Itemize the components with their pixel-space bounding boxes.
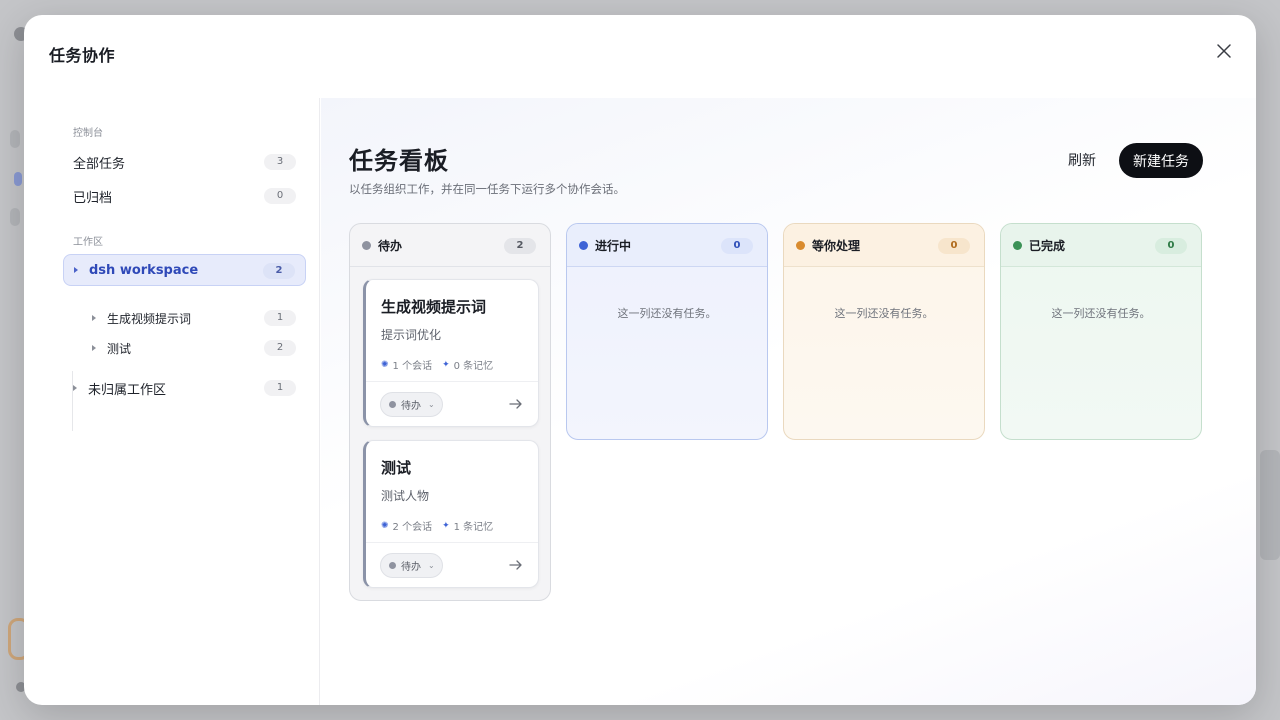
- console-section-label: 控制台: [73, 128, 103, 139]
- empty-column-message: 这一列还没有任务。: [617, 307, 717, 320]
- task-meta: ✺ 2 个会话 ✦ 1 条记忆: [381, 518, 494, 534]
- count-badge: 2: [264, 340, 296, 356]
- sidebar-item-label: 生成视频提示词: [107, 311, 192, 326]
- status-dot-icon: [362, 240, 371, 250]
- task-card[interactable]: 测试 测试人物 ✺ 2 个会话 ✦ 1 条记忆 待办 ⌄: [363, 440, 539, 588]
- session-count-text: 2 个会话: [392, 522, 433, 533]
- memory-count: ✦ 1 条记忆: [442, 518, 494, 534]
- arrow-right-icon[interactable]: [508, 396, 524, 412]
- status-dropdown[interactable]: 待办 ⌄: [380, 553, 443, 578]
- column-done: 已完成 0 这一列还没有任务。: [1000, 223, 1202, 440]
- backdrop-element: [10, 208, 20, 226]
- column-header: 已完成 0: [1001, 224, 1201, 267]
- expand-caret-icon[interactable]: [73, 385, 77, 391]
- session-icon: ✺: [381, 359, 389, 370]
- task-description: 提示词优化: [381, 328, 442, 342]
- column-header: 待办 2: [350, 224, 550, 267]
- column-header: 进行中 0: [567, 224, 767, 267]
- sidebar-item-label: 未归属工作区: [88, 382, 167, 398]
- column-todo: 待办 2 生成视频提示词 提示词优化 ✺ 1 个会话 ✦ 0 条记忆 待办 ⌄ …: [349, 223, 551, 601]
- task-meta: ✺ 1 个会话 ✦ 0 条记忆: [381, 357, 494, 373]
- chevron-down-icon: ⌄: [428, 561, 435, 570]
- memory-count-text: 1 条记忆: [453, 522, 494, 533]
- column-in-progress: 进行中 0 这一列还没有任务。: [566, 223, 768, 440]
- sidebar-item-label: 已归档: [73, 190, 113, 206]
- page-subtitle: 以任务组织工作，并在同一任务下运行多个协作会话。: [349, 182, 625, 196]
- session-count: ✺ 2 个会话: [381, 518, 433, 534]
- sidebar-item-test[interactable]: 测试 2: [82, 332, 306, 364]
- new-task-button[interactable]: 新建任务: [1119, 143, 1203, 178]
- task-card[interactable]: 生成视频提示词 提示词优化 ✺ 1 个会话 ✦ 0 条记忆 待办 ⌄: [363, 279, 539, 427]
- sparkle-icon: ✦: [442, 520, 450, 531]
- count-badge: 0: [264, 188, 296, 204]
- backdrop-element: [14, 172, 22, 186]
- sidebar-item-label: 测试: [107, 341, 132, 356]
- status-dot-icon: [1013, 240, 1022, 250]
- session-count: ✺ 1 个会话: [381, 357, 433, 373]
- column-awaiting-you: 等你处理 0 这一列还没有任务。: [783, 223, 985, 440]
- sidebar-item-archived[interactable]: 已归档 0: [63, 180, 306, 212]
- session-icon: ✺: [381, 520, 389, 531]
- task-title: 测试: [381, 459, 412, 477]
- column-title: 待办: [378, 238, 403, 253]
- column-title: 进行中: [595, 238, 632, 253]
- task-collaboration-modal: 任务协作 控制台 全部任务 3 已归档 0 工作区 dsh workspace …: [24, 15, 1256, 705]
- sidebar-item-label: 全部任务: [73, 156, 126, 172]
- expand-caret-icon[interactable]: [92, 345, 96, 351]
- count-badge: 1: [264, 310, 296, 326]
- column-count-badge: 0: [938, 238, 970, 254]
- close-icon[interactable]: [1214, 41, 1234, 61]
- sparkle-icon: ✦: [442, 359, 450, 370]
- expand-caret-icon[interactable]: [74, 267, 78, 273]
- page-title: 任务看板: [349, 147, 449, 175]
- sidebar: 控制台 全部任务 3 已归档 0 工作区 dsh workspace 2 生成视…: [24, 98, 320, 705]
- status-label: 待办: [401, 562, 421, 573]
- empty-column-message: 这一列还没有任务。: [834, 307, 934, 320]
- status-dot-icon: [389, 562, 396, 569]
- sidebar-item-all-tasks[interactable]: 全部任务 3: [63, 146, 306, 178]
- task-description: 测试人物: [381, 489, 430, 503]
- backdrop-element: [10, 130, 20, 148]
- workspace-section-label: 工作区: [73, 237, 103, 248]
- refresh-button[interactable]: 刷新: [1058, 142, 1106, 178]
- sidebar-item-video-prompt[interactable]: 生成视频提示词 1: [82, 302, 306, 334]
- column-title: 已完成: [1029, 238, 1066, 253]
- backdrop-element: [1260, 450, 1280, 560]
- column-header: 等你处理 0: [784, 224, 984, 267]
- card-divider: [366, 381, 538, 382]
- task-title: 生成视频提示词: [381, 298, 487, 316]
- status-dot-icon: [579, 240, 588, 250]
- count-badge: 3: [264, 154, 296, 170]
- sidebar-item-unassigned-workspace[interactable]: 未归属工作区 1: [63, 372, 306, 404]
- status-dropdown[interactable]: 待办 ⌄: [380, 392, 443, 417]
- count-badge: 1: [264, 380, 296, 396]
- card-divider: [366, 542, 538, 543]
- sidebar-item-label: dsh workspace: [89, 262, 199, 278]
- chevron-down-icon: ⌄: [428, 400, 435, 409]
- column-count-badge: 2: [504, 238, 536, 254]
- status-label: 待办: [401, 401, 421, 412]
- arrow-right-icon[interactable]: [508, 557, 524, 573]
- status-dot-icon: [796, 240, 805, 250]
- column-title: 等你处理: [812, 238, 861, 253]
- column-count-badge: 0: [1155, 238, 1187, 254]
- memory-count-text: 0 条记忆: [453, 361, 494, 372]
- modal-title: 任务协作: [49, 46, 116, 65]
- sidebar-item-dsh-workspace[interactable]: dsh workspace 2: [63, 254, 306, 286]
- session-count-text: 1 个会话: [392, 361, 433, 372]
- task-board: 任务看板 以任务组织工作，并在同一任务下运行多个协作会话。 刷新 新建任务 待办…: [321, 98, 1256, 705]
- count-badge: 2: [263, 263, 295, 279]
- expand-caret-icon[interactable]: [92, 315, 96, 321]
- status-dot-icon: [389, 401, 396, 408]
- empty-column-message: 这一列还没有任务。: [1051, 307, 1151, 320]
- memory-count: ✦ 0 条记忆: [442, 357, 494, 373]
- column-count-badge: 0: [721, 238, 753, 254]
